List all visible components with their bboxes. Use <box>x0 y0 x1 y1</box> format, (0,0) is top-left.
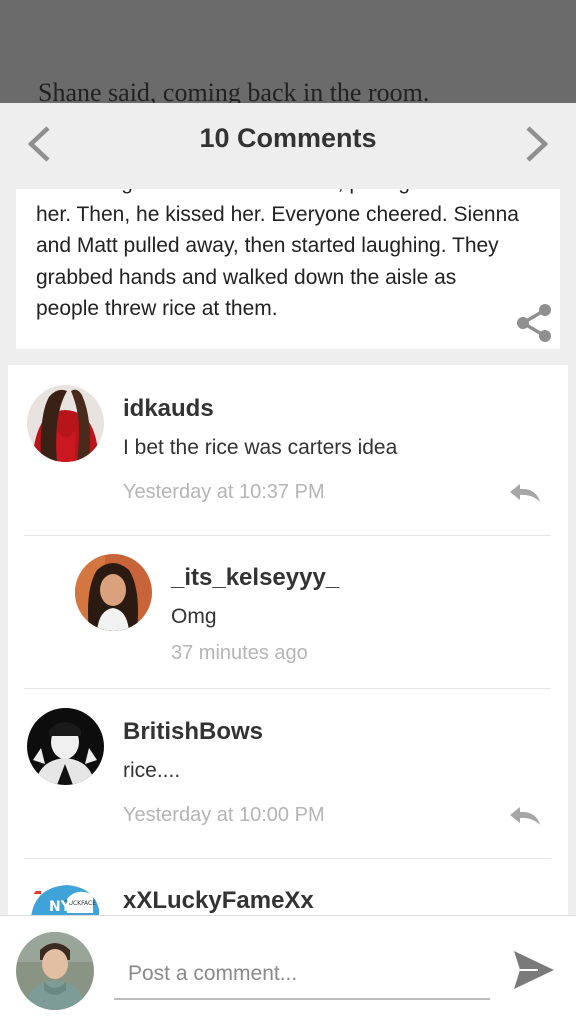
comments-header: 10 Comments <box>0 103 576 189</box>
comment-text: rice.... <box>123 759 181 782</box>
comment-username[interactable]: BritishBows <box>123 718 263 746</box>
excerpt-line: her. Then, he kissed her. Everyone cheer… <box>36 202 519 226</box>
comment-input[interactable] <box>114 950 490 1000</box>
forward-chevron-icon[interactable] <box>524 125 550 163</box>
story-excerpt: Matthew grabbed Sienna's waist, pulling … <box>16 189 560 349</box>
comments-title: 10 Comments <box>199 123 377 153</box>
avatar[interactable] <box>27 385 104 462</box>
avatar[interactable]: DUCKFACE NY <box>27 877 104 915</box>
excerpt-line: grabbed hands and walked down the aisle … <box>36 265 457 289</box>
my-avatar <box>16 932 94 1010</box>
svg-text:NY: NY <box>49 899 72 915</box>
avatar[interactable] <box>27 708 104 785</box>
comment-divider <box>24 858 551 859</box>
excerpt-cut-line: Matthew grabbed Sienna's waist, pulling … <box>36 189 546 199</box>
excerpt-line: and Matt pulled away, then started laugh… <box>36 234 499 257</box>
avatar[interactable] <box>75 554 152 631</box>
comment-text: Omg <box>171 605 217 628</box>
share-icon[interactable] <box>514 303 554 343</box>
comment-username[interactable]: xXLuckyFameXx <box>123 887 314 915</box>
comments-list[interactable]: idkauds I bet the rice was carters idea … <box>8 365 568 915</box>
comment-username[interactable]: idkauds <box>123 395 214 423</box>
story-top-line: Shane said, coming back in the room. <box>38 78 430 104</box>
excerpt-text: Matthew grabbed Sienna's waist, pulling … <box>36 189 546 325</box>
send-icon[interactable] <box>512 949 556 991</box>
excerpt-line: people threw rice at them. <box>36 297 278 320</box>
comment-timestamp: Yesterday at 10:00 PM <box>123 804 325 826</box>
comment-timestamp: Yesterday at 10:37 PM <box>123 481 325 503</box>
comment-divider <box>24 535 551 536</box>
comment-text: I bet the rice was carters idea <box>123 436 398 459</box>
comment-composer <box>0 915 576 1025</box>
comment-username[interactable]: _its_kelseyyy_ <box>171 564 339 592</box>
comment-timestamp: 37 minutes ago <box>171 642 308 664</box>
reply-icon[interactable] <box>508 805 542 827</box>
story-background: Shane said, coming back in the room. <box>0 0 576 104</box>
comment-divider <box>24 688 551 689</box>
reply-icon[interactable] <box>508 482 542 504</box>
